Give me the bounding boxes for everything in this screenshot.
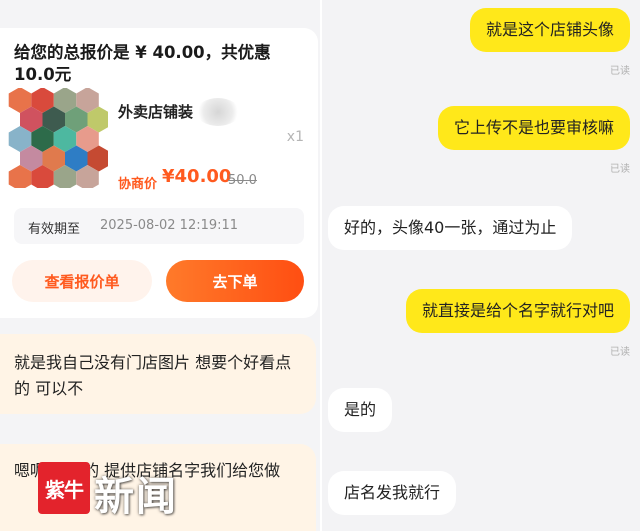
chat-message-incoming: 店名发我就行 xyxy=(328,471,457,515)
read-receipt: 已读 xyxy=(610,164,630,175)
price-label: 协商价 xyxy=(118,177,158,192)
price-value: ¥40.00 xyxy=(162,166,232,187)
chat-message-incoming: 好的，头像40一张，通过为止 xyxy=(328,206,573,250)
product-name[interactable]: 外卖店铺装 xyxy=(118,101,193,122)
customer-chat-panel: 就是这个店铺头像 已读 它上传不是也要审核嘛 已读 好的，头像40一张，通过为止… xyxy=(322,0,640,531)
watermark-brand-text: 新闻 xyxy=(94,473,178,520)
watermark-logo: 紫牛 xyxy=(38,462,90,514)
validity-row: 有效期至 2025-08-02 12:19:11 xyxy=(14,208,304,244)
quote-title: 给您的总报价是 ¥ 40.00，共优惠 10.0元 xyxy=(14,43,271,84)
merchant-chat-panel: 给您的总报价是 ¥ 40.00，共优惠 10.0元 外卖店铺装 x1 协商价 ¥… xyxy=(0,0,320,531)
quote-card: 给您的总报价是 ¥ 40.00，共优惠 10.0元 外卖店铺装 x1 协商价 ¥… xyxy=(0,28,318,318)
chat-message-outgoing: 它上传不是也要审核嘛 xyxy=(437,106,630,150)
view-quote-button[interactable]: 查看报价单 xyxy=(12,260,152,302)
validity-label: 有效期至 xyxy=(28,222,81,237)
product-image[interactable] xyxy=(8,88,108,188)
product-quantity: x1 xyxy=(286,129,304,145)
validity-value: 2025-08-02 12:19:11 xyxy=(100,218,239,233)
read-receipt: 已读 xyxy=(610,66,630,77)
chat-message-incoming: 是的 xyxy=(328,388,393,432)
original-price: 50.0 xyxy=(228,173,257,188)
read-receipt: 已读 xyxy=(610,347,630,358)
blurred-text xyxy=(196,98,240,126)
customer-message: 就是我自己没有门店图片 想要个好看点的 可以不 xyxy=(0,334,316,414)
place-order-button[interactable]: 去下单 xyxy=(166,260,304,302)
chat-message-outgoing: 就是这个店铺头像 xyxy=(469,8,630,52)
chat-message-outgoing: 就直接是给个名字就行对吧 xyxy=(405,289,630,333)
